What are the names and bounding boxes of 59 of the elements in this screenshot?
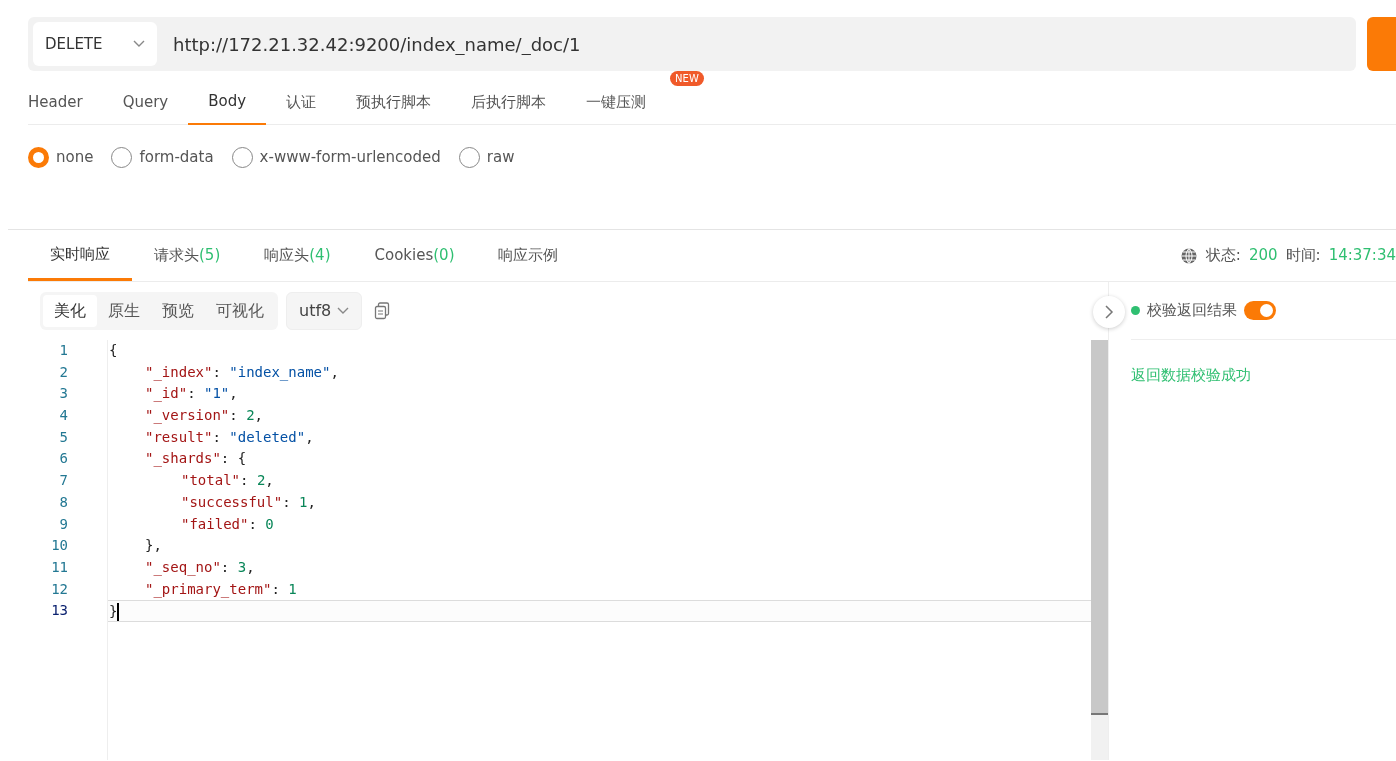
code-line: "_seq_no": 3, [144, 557, 256, 578]
response-tab[interactable]: 请求头(5) [154, 230, 221, 281]
toggle-switch[interactable] [1244, 301, 1276, 320]
response-tab[interactable]: 响应头(4) [264, 230, 331, 281]
line-number: 13 [50, 601, 69, 621]
line-number: 7 [58, 471, 69, 491]
code-line: "total": 2, [180, 471, 275, 491]
new-badge: NEW [670, 71, 704, 86]
code-line: "_id": "1", [144, 384, 239, 404]
view-mode-tab[interactable]: 美化 [43, 295, 97, 327]
assertion-label: 校验返回结果 [1147, 300, 1237, 322]
method-dropdown[interactable]: DELETE [33, 22, 157, 66]
line-number: 5 [58, 427, 69, 447]
response-tab[interactable]: 响应示例 [498, 230, 559, 281]
code-line: "result": "deleted", [144, 427, 315, 447]
status-dot [1131, 306, 1140, 315]
request-tab[interactable]: 认证 [286, 79, 317, 125]
view-mode-tab[interactable]: 原生 [97, 295, 151, 327]
encoding-dropdown[interactable]: utf8 [286, 292, 363, 330]
code-line: "successful": 1, [180, 492, 317, 512]
caret-icon [337, 307, 350, 315]
request-tab[interactable]: Body [188, 79, 267, 125]
line-number: 10 [50, 536, 69, 556]
code-line: "_primary_term": 1 [144, 579, 298, 600]
line-number: 9 [58, 514, 69, 534]
response-tab[interactable]: 实时响应 [28, 230, 132, 281]
view-mode-tab[interactable]: 预览 [151, 295, 205, 327]
time-label: 时间: [1285, 245, 1321, 267]
assertion-result: 返回数据校验成功 [1131, 365, 1252, 386]
scrollbar-thumb[interactable] [1091, 340, 1108, 715]
body-type-radio[interactable]: x-www-form-urlencoded [231, 145, 441, 169]
response-tab[interactable]: Cookies(0) [374, 230, 455, 281]
code-line: "_index": "index_name", [144, 362, 340, 383]
body-type-radio[interactable]: raw [458, 145, 515, 169]
line-number: 11 [50, 557, 69, 577]
response-time: 14:37:34 [1328, 245, 1396, 267]
line-number: 4 [58, 406, 69, 426]
code-line: "failed": 0 [180, 514, 275, 534]
status-code: 200 [1248, 245, 1278, 267]
line-number: 2 [58, 362, 69, 382]
body-type-radio[interactable]: none [28, 145, 94, 169]
line-number: 6 [58, 449, 69, 469]
status-label: 状态: [1205, 245, 1241, 267]
code-line: { [108, 341, 119, 360]
view-mode-tab[interactable]: 可视化 [205, 295, 275, 327]
line-number: 1 [58, 341, 69, 360]
request-tab[interactable]: 预执行脚本 [356, 79, 432, 125]
globe-icon [1179, 246, 1198, 265]
request-tab[interactable]: Header [28, 79, 83, 125]
request-tab[interactable]: Query [122, 79, 169, 125]
line-number: 8 [58, 492, 69, 512]
code-line: "_version": 2, [144, 406, 265, 426]
code-line: "_shards": { [144, 449, 248, 469]
line-number: 12 [50, 579, 69, 599]
body-type-radio[interactable]: form-data [111, 145, 214, 169]
request-tab[interactable]: 后执行脚本 [471, 79, 547, 125]
caret-icon [133, 40, 145, 48]
line-number: 3 [58, 384, 69, 404]
code-line: }, [144, 536, 163, 556]
